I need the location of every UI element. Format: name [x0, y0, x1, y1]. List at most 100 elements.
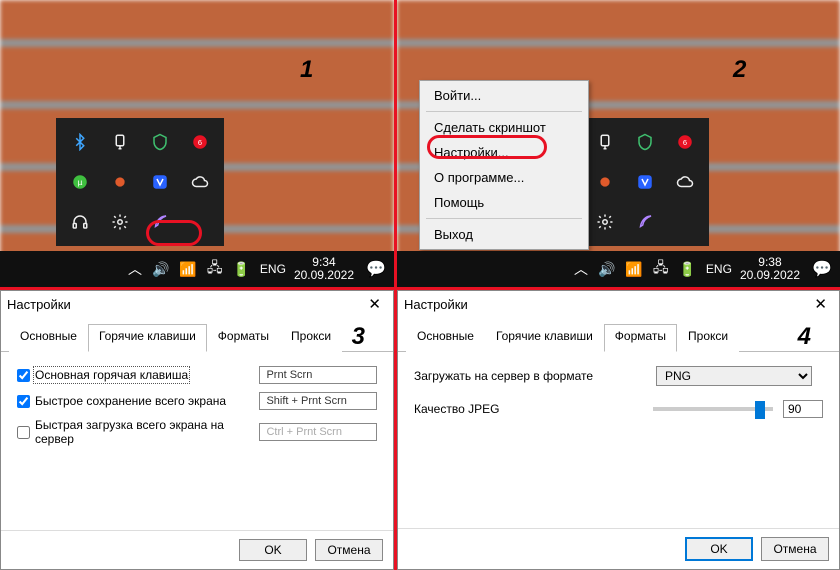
panel-2: 2 6 µ Войти... Сделать скриншот Настройк…	[397, 0, 840, 287]
recorder-icon[interactable]	[100, 162, 140, 202]
taskbar[interactable]: ︿ 🔊 📶 🖧 🔋 ENG 9:34 20.09.2022 💬	[0, 251, 394, 287]
menu-item-exit[interactable]: Выход	[420, 222, 588, 247]
close-button[interactable]: ✕	[362, 295, 387, 313]
battery-icon[interactable]: 🔋	[678, 261, 695, 278]
tray-flyout[interactable]: 6 µ	[56, 118, 224, 246]
svg-text:6: 6	[683, 138, 687, 147]
language-indicator[interactable]: ENG	[260, 262, 286, 276]
hotkeys-body: Основная горячая клавиша Prnt Scrn Быстр…	[1, 352, 393, 530]
menu-item-settings[interactable]: Настройки...	[420, 140, 588, 165]
tab-proxy[interactable]: Прокси	[280, 324, 342, 352]
panel-3: Настройки ✕ Основные Горячие клавиши Фор…	[0, 290, 394, 570]
panel-1: 1 6 µ ︿ 🔊 📶 🖧 🔋 ENG	[0, 0, 394, 287]
dialog-titlebar[interactable]: Настройки ✕	[1, 291, 393, 317]
headset-icon[interactable]	[60, 202, 100, 242]
hotkey-upload-field[interactable]: Ctrl + Prnt Scrn	[259, 423, 377, 441]
tab-hotkeys[interactable]: Горячие клавиши	[88, 324, 207, 352]
hotkey-main-field[interactable]: Prnt Scrn	[259, 366, 377, 384]
clock-date: 20.09.2022	[740, 269, 800, 282]
cancel-button[interactable]: Отмена	[315, 539, 383, 561]
panel-number: 1	[300, 56, 313, 84]
menu-separator	[426, 218, 582, 219]
hotkey-quicksave-label: Быстрое сохранение всего экрана	[35, 394, 226, 408]
checkbox-input[interactable]	[17, 369, 30, 382]
menu-separator	[426, 111, 582, 112]
formats-body: Загружать на сервер в формате PNG Качест…	[398, 352, 839, 528]
panel-number: 3	[352, 323, 365, 351]
slider-thumb[interactable]	[755, 401, 765, 419]
antivirus-icon[interactable]: 6	[665, 122, 705, 162]
dialog-titlebar[interactable]: Настройки ✕	[398, 291, 839, 317]
menu-item-about[interactable]: О программе...	[420, 165, 588, 190]
svg-text:6: 6	[198, 138, 202, 147]
browser-icon[interactable]	[625, 162, 665, 202]
hotkey-upload-checkbox[interactable]: Быстрая загрузка всего экрана на сервер	[17, 418, 249, 446]
menu-item-help[interactable]: Помощь	[420, 190, 588, 215]
chevron-up-icon[interactable]: ︿	[128, 259, 142, 279]
hotkey-upload-label: Быстрая загрузка всего экрана на сервер	[35, 418, 249, 446]
checkbox-input[interactable]	[17, 426, 30, 439]
settings-dialog: Настройки ✕ Основные Горячие клавиши Фор…	[0, 290, 394, 570]
cloud-icon[interactable]	[665, 162, 705, 202]
dialog-tabs: Основные Горячие клавиши Форматы Прокси …	[398, 317, 839, 352]
menu-item-login[interactable]: Войти...	[420, 83, 588, 108]
svg-text:µ: µ	[78, 178, 83, 187]
jpeg-quality-value[interactable]: 90	[783, 400, 823, 418]
taskbar[interactable]: ︿ 🔊 📶 🖧 🔋 ENG 9:38 20.09.2022 💬	[397, 251, 840, 287]
dialog-footer: OK Отмена	[1, 530, 393, 569]
panel-number: 2	[733, 56, 746, 84]
cloud-icon[interactable]	[180, 162, 220, 202]
menu-item-screenshot[interactable]: Сделать скриншот	[420, 115, 588, 140]
action-center-icon[interactable]: 💬	[808, 255, 836, 283]
settings-icon[interactable]	[585, 202, 625, 242]
app-feather-icon[interactable]	[625, 202, 665, 242]
security-icon[interactable]	[625, 122, 665, 162]
network-icon[interactable]: 🖧	[653, 257, 669, 281]
hotkey-quicksave-field[interactable]: Shift + Prnt Scrn	[259, 392, 377, 410]
dialog-footer: OK Отмена	[398, 528, 839, 569]
wifi-icon[interactable]: 📶	[625, 261, 642, 278]
tab-formats[interactable]: Форматы	[604, 324, 677, 352]
checkbox-input[interactable]	[17, 395, 30, 408]
taskbar-clock[interactable]: 9:34 20.09.2022	[294, 256, 354, 282]
bluetooth-icon[interactable]	[60, 122, 100, 162]
action-center-icon[interactable]: 💬	[362, 255, 390, 283]
close-button[interactable]: ✕	[808, 295, 833, 313]
tray-context-menu[interactable]: Войти... Сделать скриншот Настройки... О…	[419, 80, 589, 250]
usb-icon[interactable]	[100, 122, 140, 162]
upload-format-select[interactable]: PNG	[656, 366, 812, 386]
security-icon[interactable]	[140, 122, 180, 162]
recorder-icon[interactable]	[585, 162, 625, 202]
app-feather-icon[interactable]	[140, 202, 180, 242]
cancel-button[interactable]: Отмена	[761, 537, 829, 561]
volume-icon[interactable]: 🔊	[152, 261, 169, 278]
jpeg-quality-label: Качество JPEG	[414, 402, 641, 416]
ok-button[interactable]: OK	[685, 537, 753, 561]
clock-date: 20.09.2022	[294, 269, 354, 282]
usb-icon[interactable]	[585, 122, 625, 162]
jpeg-quality-slider[interactable]	[653, 407, 773, 411]
upload-format-label: Загружать на сервер в формате	[414, 369, 644, 383]
tab-basic[interactable]: Основные	[9, 324, 88, 352]
taskbar-clock[interactable]: 9:38 20.09.2022	[740, 256, 800, 282]
language-indicator[interactable]: ENG	[706, 262, 732, 276]
hotkey-main-checkbox[interactable]: Основная горячая клавиша	[17, 368, 249, 382]
hotkey-main-label: Основная горячая клавиша	[35, 368, 188, 382]
tab-formats[interactable]: Форматы	[207, 324, 280, 352]
antivirus-icon[interactable]: 6	[180, 122, 220, 162]
settings-dialog: Настройки ✕ Основные Горячие клавиши Фор…	[397, 290, 840, 570]
network-icon[interactable]: 🖧	[207, 257, 223, 281]
tab-basic[interactable]: Основные	[406, 324, 485, 352]
hotkey-quicksave-checkbox[interactable]: Быстрое сохранение всего экрана	[17, 394, 249, 408]
wifi-icon[interactable]: 📶	[179, 261, 196, 278]
tab-hotkeys[interactable]: Горячие клавиши	[485, 324, 604, 352]
panel-number: 4	[798, 323, 811, 351]
ok-button[interactable]: OK	[239, 539, 307, 561]
torrent-icon[interactable]: µ	[60, 162, 100, 202]
battery-icon[interactable]: 🔋	[232, 261, 249, 278]
browser-icon[interactable]	[140, 162, 180, 202]
volume-icon[interactable]: 🔊	[598, 261, 615, 278]
settings-icon[interactable]	[100, 202, 140, 242]
tab-proxy[interactable]: Прокси	[677, 324, 739, 352]
chevron-up-icon[interactable]: ︿	[574, 259, 588, 279]
